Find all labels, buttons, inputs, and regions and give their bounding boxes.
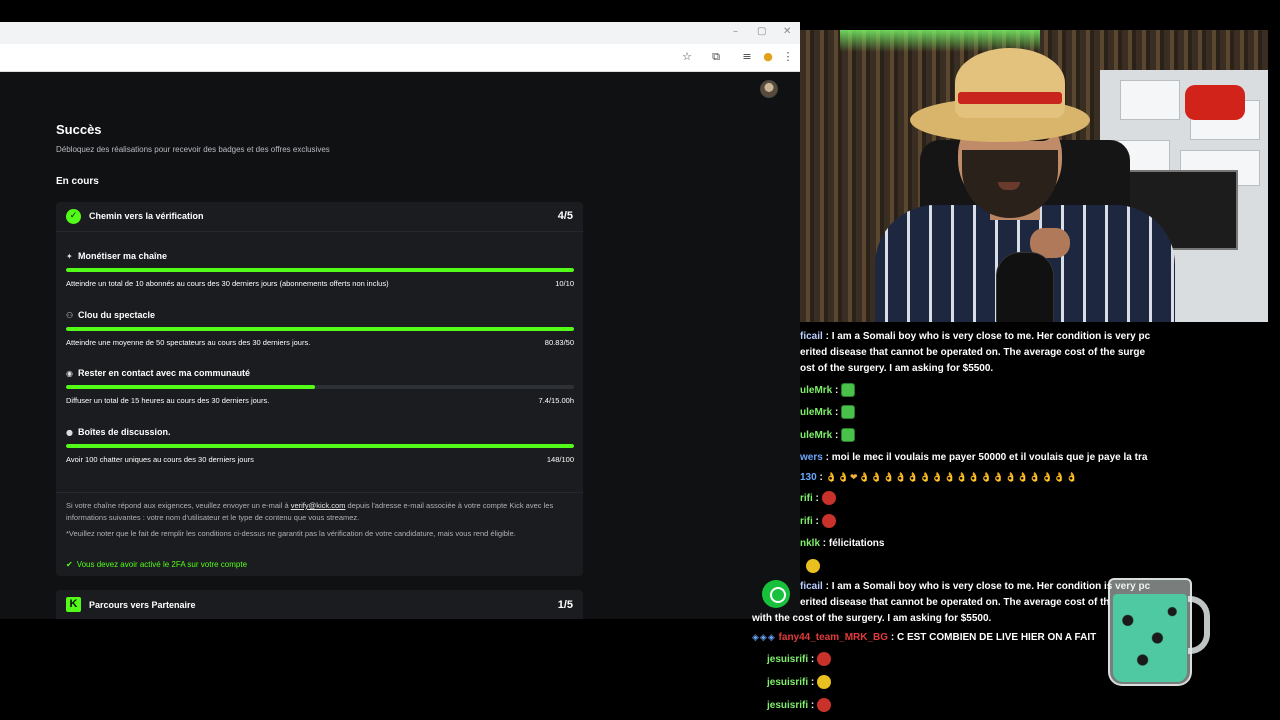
chat-message: uleMrk : <box>800 428 856 444</box>
chat-message: ficail : I am a Somali boy who is very c… <box>800 581 1151 592</box>
task-description: Atteindre un total de 10 abonnés au cour… <box>66 279 389 288</box>
chat-message: rifi : <box>800 491 836 507</box>
verified-badge-icon: ✓ <box>66 209 81 224</box>
achievements-page: Succès Débloquez des réalisations pour r… <box>0 72 800 619</box>
section-title: En cours <box>56 176 99 187</box>
chatbot-icon <box>762 580 790 608</box>
kick-logo-icon: K <box>66 597 81 612</box>
chat-message: erited disease that cannot be operated o… <box>800 347 1146 358</box>
badges-icon: ◈◈◈ <box>752 633 776 643</box>
minimize-icon[interactable]: – <box>733 26 738 37</box>
browser-window: – ▢ ✕ ☆ ⧉ ≡ ● ⋮ Succès Débloquez des réa… <box>0 22 800 619</box>
divider <box>56 492 583 493</box>
screen: – ▢ ✕ ☆ ⧉ ≡ ● ⋮ Succès Débloquez des réa… <box>0 0 1280 720</box>
chat-message: erited disease that cannot be operated o… <box>800 597 1110 608</box>
verify-email-link[interactable]: verify@kick.com <box>291 501 346 510</box>
progress-fill <box>66 385 315 389</box>
progress-bar <box>66 327 574 331</box>
card-title: Parcours vers Partenaire <box>89 600 196 610</box>
chat-message: uleMrk : <box>800 405 856 421</box>
chat-message: ost of the surgery. I am asking for $550… <box>800 363 994 374</box>
task-title: Monétiser ma chaîne <box>78 251 168 261</box>
chat-message: jesuisrifi : <box>767 698 832 714</box>
broadcast-icon: ◉ <box>66 369 73 378</box>
card-header[interactable]: ✓ Chemin vers la vérification 4/5 <box>56 202 583 232</box>
emote-icon <box>841 383 856 398</box>
chat-message: jesuisrifi : <box>767 675 832 691</box>
card-count: 1/5 <box>557 599 573 611</box>
chat-message: nklk : félicitations <box>800 538 885 549</box>
red-phone <box>1185 85 1245 120</box>
check-icon: ✔ <box>66 560 73 569</box>
mug-overlay-icon <box>1108 578 1192 686</box>
card-title: Chemin vers la vérification <box>89 211 204 221</box>
chat-message: uleMrk : <box>800 383 856 399</box>
emote-icon <box>821 491 836 506</box>
task-description: Diffuser un total de 15 heures au cours … <box>66 396 270 405</box>
card-count: 4/5 <box>557 210 573 222</box>
task-title: Clou du spectacle <box>78 310 156 320</box>
page-title: Succès <box>56 122 102 137</box>
chat-bubble-icon: ● <box>66 428 73 437</box>
emote-icon <box>821 514 836 529</box>
progress-fill <box>66 268 574 272</box>
mug-handle <box>1188 596 1210 654</box>
hand-emoji-row-icon: 👌👌❤👌👌👌👌👌👌👌👌👌👌👌👌👌👌👌👌👌👌 <box>825 473 1079 483</box>
progress-bar <box>66 444 574 448</box>
chat-message: with the cost of the surgery. I am askin… <box>752 613 992 624</box>
verification-note: Si votre chaîne répond aux exigences, ve… <box>66 501 554 522</box>
avatar[interactable] <box>760 80 778 98</box>
disclaimer-note: *Veuillez noter que le fait de remplir l… <box>66 529 516 538</box>
task-value: 10/10 <box>555 279 574 288</box>
emote-icon <box>817 698 832 713</box>
emote-icon <box>817 652 832 667</box>
progress-fill <box>66 444 574 448</box>
emote-icon <box>841 405 856 420</box>
sparkle-icon: ✦ <box>66 252 73 261</box>
chat-overlay: ficail : I am a Somali boy who is very c… <box>750 326 1160 720</box>
webcam-feed <box>800 30 1268 322</box>
task-description: Avoir 100 chatter uniques au cours des 3… <box>66 455 254 464</box>
viewers-icon: ⚇ <box>66 311 74 320</box>
partner-card[interactable]: K Parcours vers Partenaire 1/5 <box>56 590 583 619</box>
media-icon[interactable]: ≡ <box>740 50 754 64</box>
chat-message: wers : moi le mec il voulais me payer 50… <box>800 452 1148 463</box>
chat-message: jesuisrifi : <box>767 652 832 668</box>
maximize-icon[interactable]: ▢ <box>757 26 766 37</box>
task-value: 7.4/15.00h <box>538 396 574 405</box>
chat-message: ficail : I am a Somali boy who is very c… <box>800 331 1151 342</box>
chat-message <box>806 559 820 575</box>
progress-fill <box>66 327 574 331</box>
task-title: Rester en contact avec ma communauté <box>78 368 251 378</box>
emote-icon <box>817 675 832 690</box>
progress-bar <box>66 268 574 272</box>
browser-titlebar: – ▢ ✕ <box>0 22 800 44</box>
chat-message: 130 : 👌👌❤👌👌👌👌👌👌👌👌👌👌👌👌👌👌👌👌👌👌 <box>800 472 1079 483</box>
chat-message: ◈◈◈ fany44_team_MRK_BG : C EST COMBIEN D… <box>752 632 1097 643</box>
extensions-icon[interactable]: ⧉ <box>709 50 723 64</box>
emote-icon <box>841 428 856 443</box>
microphone <box>996 252 1054 322</box>
task-value: 80.83/50 <box>544 338 574 347</box>
task-value: 148/100 <box>546 455 574 464</box>
browser-toolbar: ☆ ⧉ ≡ ● ⋮ <box>0 44 800 72</box>
verification-card: ✓ Chemin vers la vérification 4/5 ✦ Monét… <box>56 202 583 576</box>
requirement-2fa: ✔ Vous devez avoir activé le 2FA sur votr… <box>66 560 248 569</box>
chat-message: rifi : <box>800 514 836 530</box>
close-icon[interactable]: ✕ <box>783 26 791 37</box>
progress-bar <box>66 385 574 389</box>
profile-icon[interactable]: ● <box>761 50 775 64</box>
task-description: Atteindre une moyenne de 50 spectateurs … <box>66 338 311 347</box>
kebab-menu-icon[interactable]: ⋮ <box>781 50 795 64</box>
task-title: Boîtes de discussion. <box>78 427 171 437</box>
page-subtitle: Débloquez des réalisations pour recevoir… <box>56 145 330 154</box>
bookmark-star-icon[interactable]: ☆ <box>680 50 694 64</box>
emote-icon <box>806 559 820 574</box>
